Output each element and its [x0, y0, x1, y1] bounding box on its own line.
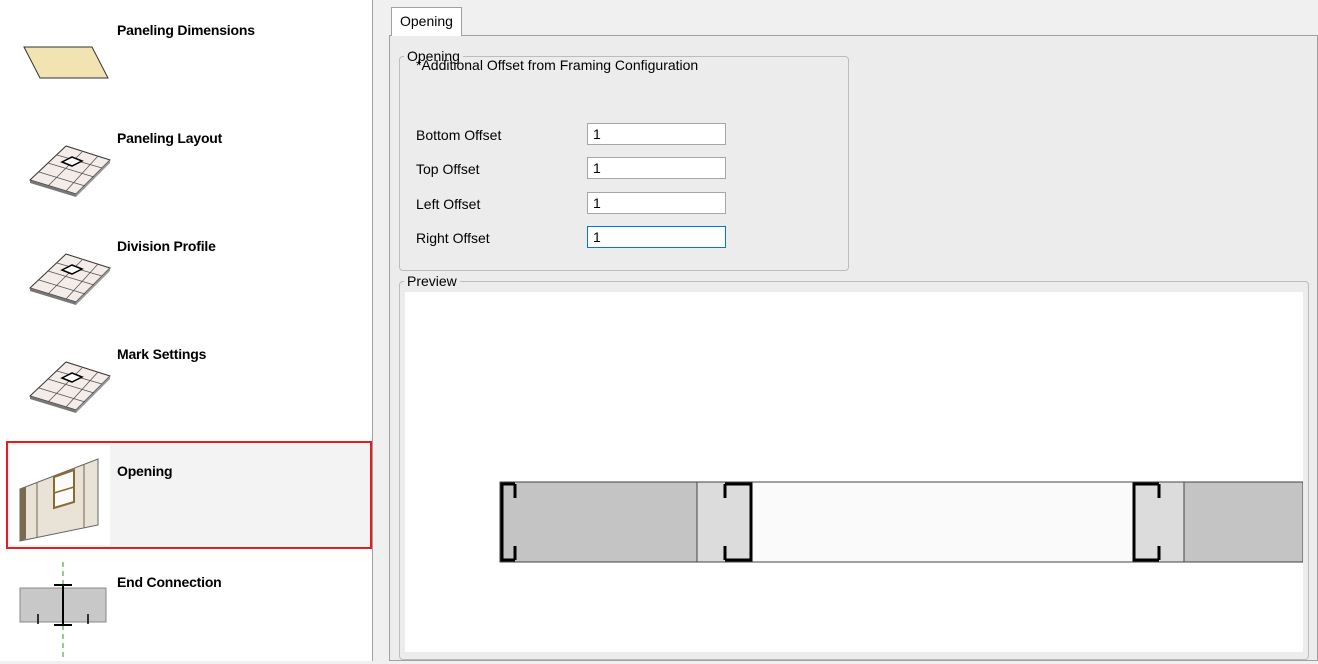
sidebar-item-mark-settings[interactable]: Mark Settings	[6, 324, 372, 432]
sidebar-item-label: End Connection	[117, 574, 222, 590]
offset-note: *Additional Offset from Framing Configur…	[416, 57, 699, 73]
right-offset-input[interactable]	[587, 226, 726, 248]
sidebar-item-end-connection[interactable]: End Connection	[6, 552, 372, 661]
bottom-offset-input[interactable]	[587, 123, 726, 145]
settings-pane: Opening Opening Preview *Additional Offs…	[389, 0, 1318, 661]
left-offset-label: Left Offset	[416, 196, 481, 212]
sidebar-item-label: Paneling Layout	[117, 130, 223, 146]
parallelogram-panel-icon	[10, 0, 114, 104]
panel-grid-icon	[10, 216, 114, 320]
wall-section-right	[1183, 481, 1304, 563]
wall-opening-icon	[10, 445, 110, 545]
sidebar-item-paneling-dimensions[interactable]: Paneling Dimensions	[6, 0, 372, 108]
sidebar-item-label: Division Profile	[117, 238, 216, 254]
sidebar-item-label: Mark Settings	[117, 346, 207, 362]
bottom-offset-label: Bottom Offset	[416, 127, 502, 143]
panel-grid-icon	[10, 324, 114, 428]
top-offset-label: Top Offset	[416, 161, 480, 177]
preview-canvas	[405, 292, 1304, 652]
sidebar-item-opening[interactable]: Opening	[6, 441, 372, 549]
opening-preview-drawing	[499, 481, 1304, 563]
panel-grid-icon	[10, 108, 114, 212]
tab-opening[interactable]: Opening	[391, 7, 462, 36]
sidebar-item-label: Paneling Dimensions	[117, 22, 255, 38]
wall-section-left	[499, 481, 698, 563]
top-offset-input[interactable]	[587, 157, 726, 179]
left-offset-input[interactable]	[587, 192, 726, 214]
sidebar-item-label: Opening	[117, 463, 173, 479]
opening-void	[750, 481, 1134, 563]
sidebar: Paneling Dimensions Paneling Layout Divi…	[0, 0, 373, 661]
right-offset-label: Right Offset	[416, 230, 490, 246]
end-connection-icon	[10, 552, 114, 661]
preview-group-legend: Preview	[407, 273, 457, 289]
sidebar-item-paneling-layout[interactable]: Paneling Layout	[6, 108, 372, 216]
sidebar-item-division-profile[interactable]: Division Profile	[6, 216, 372, 324]
